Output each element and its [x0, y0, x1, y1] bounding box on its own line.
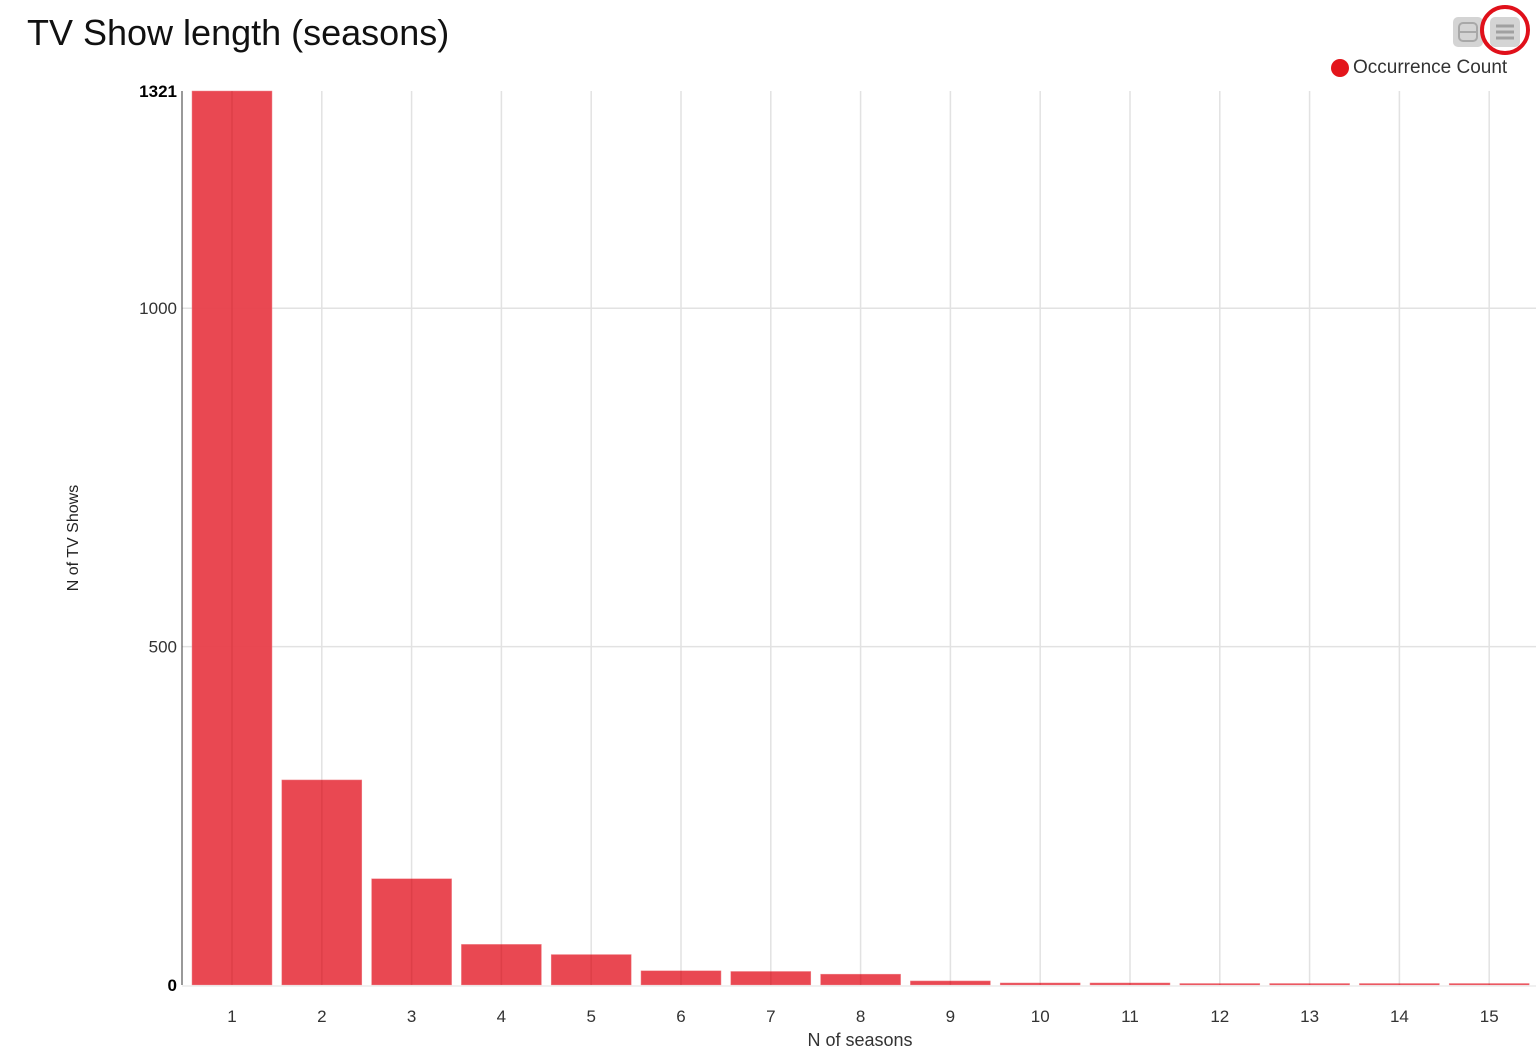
x-tick-label: 9 [946, 1007, 955, 1026]
x-tick-label: 12 [1210, 1007, 1229, 1026]
x-tick-label: 8 [856, 1007, 865, 1026]
x-tick-label: 5 [586, 1007, 595, 1026]
x-tick-label: 14 [1390, 1007, 1409, 1026]
x-axis-title: N of seasons [807, 1030, 913, 1050]
x-tick-label: 13 [1300, 1007, 1319, 1026]
x-tick-label: 10 [1031, 1007, 1050, 1026]
y-tick-label: 1321 [139, 82, 177, 101]
y-tick-label: 0 [168, 976, 177, 995]
y-axis-title: N of TV Shows [65, 484, 82, 592]
x-tick-label: 7 [766, 1007, 775, 1026]
y-tick-label: 500 [149, 638, 177, 657]
x-tick-label: 15 [1480, 1007, 1499, 1026]
x-tick-label: 11 [1121, 1007, 1139, 1026]
chart-plot: 0500100013211 2 3 4 5 6 7 8 9 10 11 12 13 14 15 [139, 82, 1536, 1026]
x-tick-label: 4 [497, 1007, 506, 1026]
x-tick-label: 6 [676, 1007, 685, 1026]
x-tick-label: 2 [317, 1007, 326, 1026]
y-tick-label: 1000 [139, 299, 177, 318]
x-tick-label: 3 [407, 1007, 416, 1026]
x-tick-label: 1 [227, 1007, 236, 1026]
